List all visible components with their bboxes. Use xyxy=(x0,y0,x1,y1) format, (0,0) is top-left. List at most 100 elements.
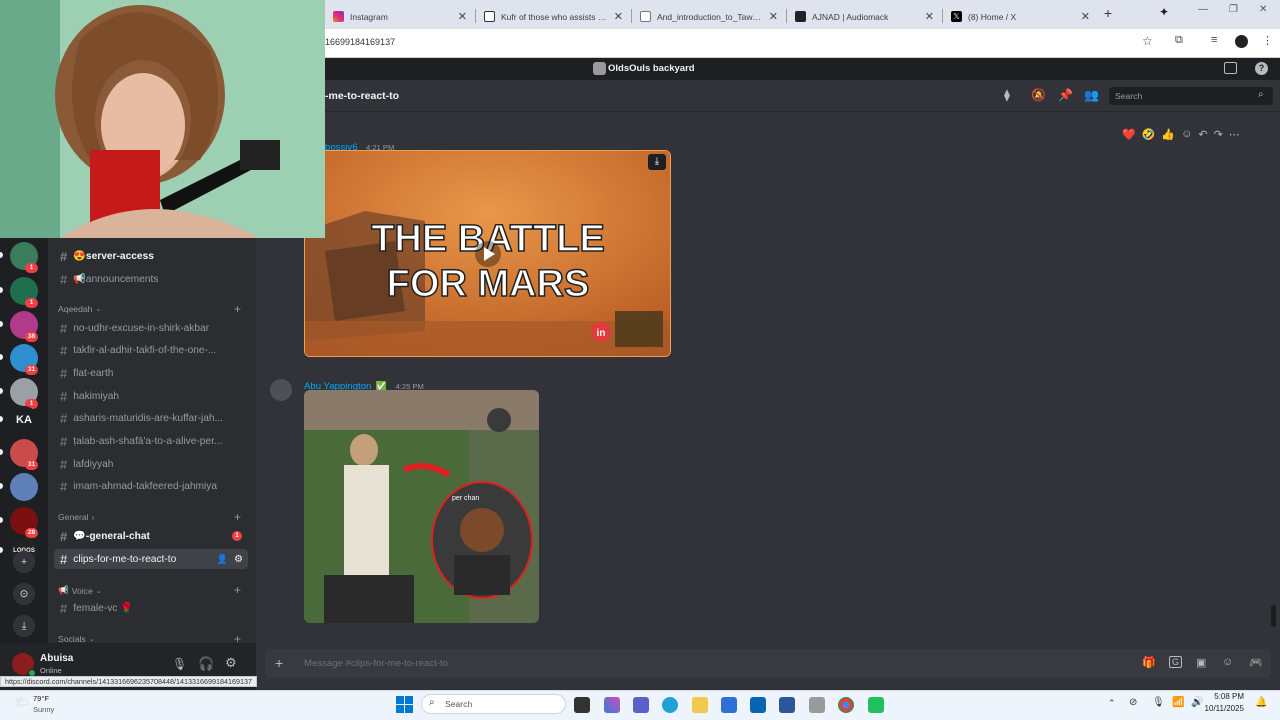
media-controls-icon[interactable]: ≡ xyxy=(1211,34,1217,46)
invite-people-icon[interactable]: 👤 xyxy=(217,554,228,565)
reaction-thumbsup-icon[interactable]: 👍 xyxy=(1161,128,1175,141)
forward-icon[interactable]: ↷ xyxy=(1214,128,1223,141)
close-tab-icon[interactable]: ✕ xyxy=(614,10,623,23)
channel-item[interactable]: # no-udhr-excuse-in-shirk-akbar xyxy=(54,318,248,338)
channel-item[interactable]: # imam-ahmad-takfeered-jahmiya xyxy=(54,477,248,497)
channel-item[interactable]: # takfir-al-adhir-takfi-of-the-one-... xyxy=(54,341,248,361)
more-options-icon[interactable]: ⋯ xyxy=(1229,128,1240,141)
new-tab-button[interactable]: + xyxy=(1100,5,1116,21)
more-menu-icon[interactable]: ⋮ xyxy=(1262,34,1273,47)
notification-bell-muted-icon[interactable]: 🔕 xyxy=(1031,88,1046,102)
file-explorer-icon[interactable] xyxy=(692,697,708,713)
channel-general-chat[interactable]: # 💬 -general-chat 1 xyxy=(54,526,248,546)
minimize-icon[interactable]: — xyxy=(1198,4,1208,15)
browser-tab-tawhid[interactable]: And_introduction_to_Tawhid_a ✕ xyxy=(632,4,786,29)
reply-icon[interactable]: ↶ xyxy=(1198,128,1207,141)
windows-start-icon[interactable] xyxy=(396,696,413,713)
member-list-icon[interactable]: 👥 xyxy=(1084,88,1099,102)
add-server-icon[interactable]: + xyxy=(12,550,36,574)
chat-scrollbar[interactable] xyxy=(1271,605,1276,627)
sticker-icon[interactable]: ▣ xyxy=(1196,656,1206,669)
threads-icon[interactable]: ⧫ xyxy=(1004,88,1010,102)
gift-icon[interactable]: 🎁 xyxy=(1142,656,1156,669)
task-view-icon[interactable] xyxy=(574,697,590,713)
gear-icon[interactable]: ⚙ xyxy=(234,554,243,565)
channel-item[interactable]: # lafdiyyah xyxy=(54,454,248,474)
close-tab-icon[interactable]: ✕ xyxy=(769,10,778,23)
notifications-icon[interactable]: 🔔 xyxy=(1255,697,1267,708)
copilot-icon[interactable] xyxy=(604,697,620,713)
wifi-icon[interactable]: 📶 xyxy=(1172,697,1184,708)
channel-item[interactable]: # flat-earth xyxy=(54,363,248,383)
edge-icon[interactable] xyxy=(662,697,678,713)
search-input[interactable]: Search xyxy=(1109,87,1273,105)
browser-tab-kufr[interactable]: Kufr of those who assists disbe ✕ xyxy=(476,4,631,29)
add-reaction-icon[interactable]: ☺ xyxy=(1181,128,1192,140)
image-attachment[interactable]: per chan xyxy=(304,390,539,623)
clock-date[interactable]: 10/11/2025 xyxy=(1200,704,1244,713)
close-tab-icon[interactable]: ✕ xyxy=(925,10,934,23)
create-channel-plus-icon[interactable]: + xyxy=(234,583,241,597)
headphones-icon[interactable]: 🎧 xyxy=(198,656,214,672)
channel-announcements[interactable]: # 📢 announcements xyxy=(54,269,248,289)
create-channel-plus-icon[interactable]: + xyxy=(234,302,241,316)
channel-item[interactable]: # asharis-maturidis-are-kuffar-jah... xyxy=(54,409,248,429)
explore-servers-icon[interactable]: ⊙ xyxy=(12,582,36,606)
avatar[interactable] xyxy=(270,379,292,401)
profile-avatar-icon[interactable] xyxy=(1235,35,1248,48)
category-general[interactable]: General › xyxy=(58,512,94,522)
calculator-icon[interactable] xyxy=(721,697,737,713)
app-icon[interactable] xyxy=(868,697,884,713)
reaction-heart-icon[interactable]: ❤️ xyxy=(1122,128,1136,141)
word-icon[interactable] xyxy=(779,697,795,713)
category-voice[interactable]: 📢 Voice ⌄ xyxy=(58,585,102,596)
help-icon[interactable]: ? xyxy=(1255,62,1268,75)
video-embed[interactable]: THE BATTLE FOR MARS in xyxy=(304,150,671,357)
reaction-laugh-icon[interactable]: 🤣 xyxy=(1142,128,1156,141)
category-aqeedah[interactable]: Aqeedah ⌄ xyxy=(58,304,101,314)
gemini-icon[interactable]: ✦ xyxy=(1159,5,1169,19)
chrome-icon[interactable] xyxy=(838,697,854,713)
download-apps-icon[interactable]: ⤓ xyxy=(12,614,36,638)
inbox-icon[interactable] xyxy=(1224,62,1237,74)
channel-female-vc[interactable]: # female-vc 🌹 xyxy=(54,598,248,618)
teams-icon[interactable] xyxy=(633,697,649,713)
snipping-tool-icon[interactable] xyxy=(809,697,825,713)
url-text[interactable]: 16699184169137 xyxy=(325,37,395,47)
outlook-icon[interactable] xyxy=(750,697,766,713)
restore-icon[interactable]: ❐ xyxy=(1229,4,1238,15)
text-channel-icon: # xyxy=(60,365,68,381)
network-icon[interactable]: ⊘ xyxy=(1129,697,1137,708)
taskbar-search-input[interactable] xyxy=(421,694,566,714)
channel-clips-for-me-to-react-to[interactable]: # clips-for-me-to-react-to 👤 ⚙ xyxy=(54,549,248,569)
gif-icon[interactable]: G xyxy=(1169,656,1183,668)
user-settings-gear-icon[interactable]: ⚙ xyxy=(225,655,237,671)
browser-tab-x[interactable]: 𝕏 (8) Home / X ✕ xyxy=(943,4,1098,29)
server-icon[interactable]: KA xyxy=(10,406,38,434)
overlay-caption: per chan xyxy=(452,495,479,502)
bookmark-star-icon[interactable]: ☆ xyxy=(1142,34,1153,48)
browser-tab-instagram[interactable]: Instagram ✕ xyxy=(325,4,475,29)
channel-item[interactable]: # hakimiyah xyxy=(54,386,248,406)
attach-plus-icon[interactable]: + xyxy=(275,655,283,671)
weather-icon[interactable]: 🌤 xyxy=(14,695,29,709)
category-label: General xyxy=(58,512,89,522)
channel-item[interactable]: # ṭalab-ash-shafā'a-to-a-alive-per... xyxy=(54,432,248,452)
emoji-icon[interactable]: ☺ xyxy=(1222,656,1233,668)
cast-icon[interactable]: ⧉ xyxy=(1175,34,1183,47)
channel-server-access[interactable]: # 😍 server-access xyxy=(54,246,248,266)
close-tab-icon[interactable]: ✕ xyxy=(1081,10,1090,23)
clock-time[interactable]: 5:08 PM xyxy=(1210,692,1244,701)
create-channel-plus-icon[interactable]: + xyxy=(234,510,241,524)
pin-icon[interactable]: 📌 xyxy=(1058,88,1073,102)
browser-tab-audiomack[interactable]: AJNAD | Audiomack ✕ xyxy=(787,4,942,29)
microphone-tray-icon[interactable]: 🎙 xyxy=(1152,697,1165,708)
activities-icon[interactable]: 🎮 xyxy=(1249,656,1263,669)
download-icon[interactable]: ⤓ xyxy=(648,154,666,170)
microphone-icon[interactable]: 🎙 xyxy=(172,657,187,671)
text-channel-icon: # xyxy=(60,456,68,472)
close-window-icon[interactable]: ✕ xyxy=(1259,4,1267,15)
close-tab-icon[interactable]: ✕ xyxy=(458,10,467,23)
server-icon[interactable] xyxy=(10,473,38,501)
show-hidden-icons-icon[interactable]: ⌃ xyxy=(1108,698,1116,709)
